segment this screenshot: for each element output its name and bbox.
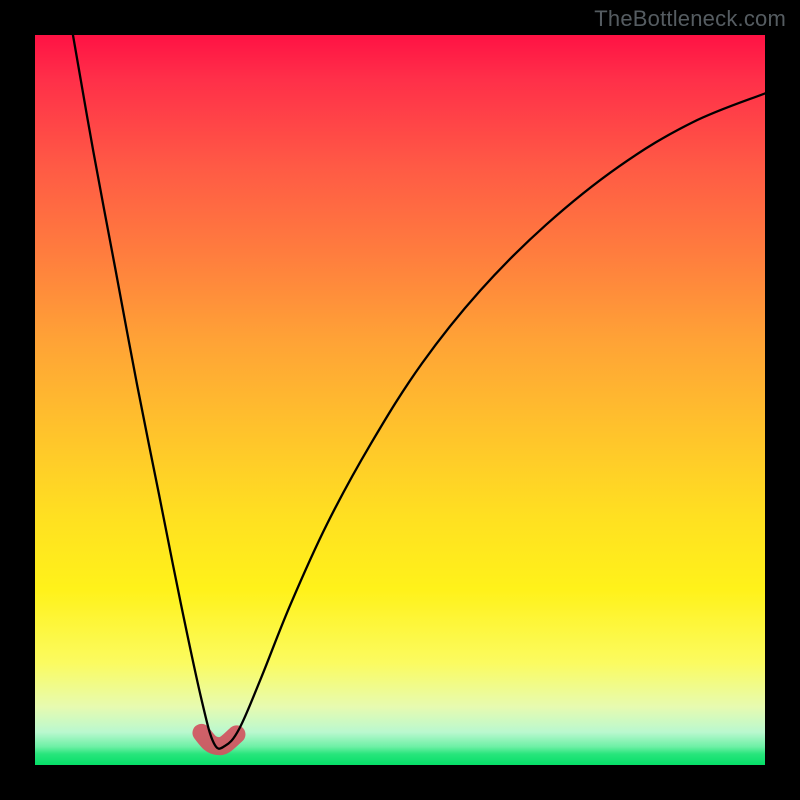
bottleneck-curve [73,35,765,749]
chart-stage: TheBottleneck.com [0,0,800,800]
curve-svg [35,35,765,765]
plot-area [35,35,765,765]
watermark-text: TheBottleneck.com [594,6,786,32]
